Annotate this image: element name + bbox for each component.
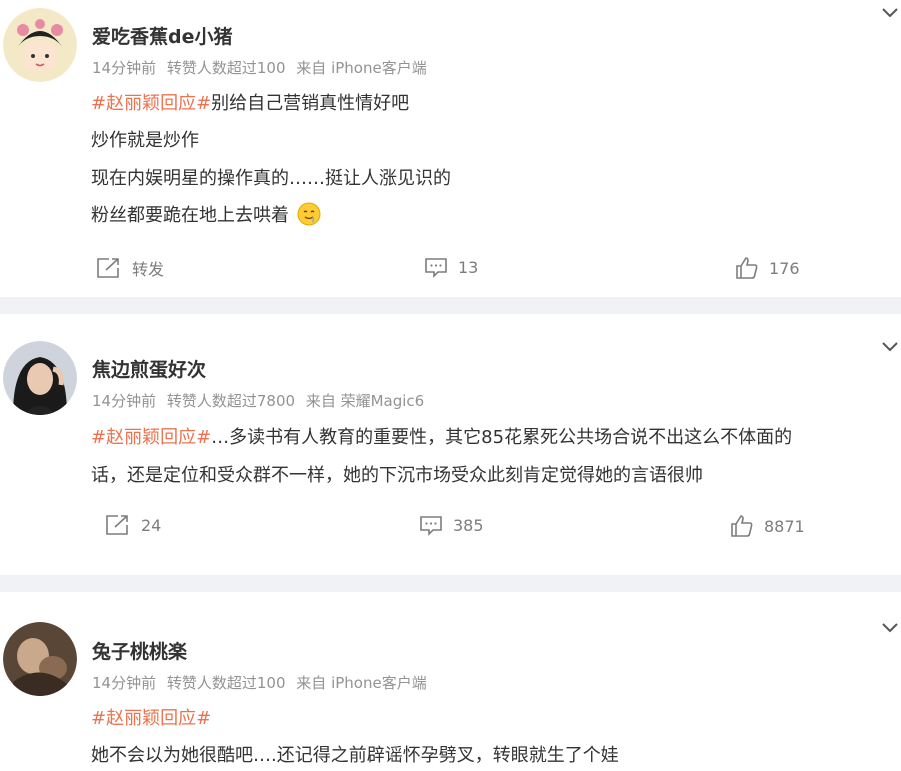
like-count: 176: [769, 258, 800, 278]
repost-label: 转发: [132, 260, 165, 279]
post-text-line: 现在内娱明星的操作真的……挺让人涨见识的: [91, 168, 451, 189]
post-time[interactable]: 14分钟前: [92, 59, 156, 77]
post-meta: 14分钟前 转赞人数超过100 来自 iPhone客户端: [92, 672, 433, 693]
hashtag-link[interactable]: #赵丽颖回应#: [91, 427, 211, 448]
comment-button[interactable]: 13: [424, 256, 478, 278]
comment-button[interactable]: 385: [419, 514, 484, 536]
post-card: 兔子桃桃楽 14分钟前 转赞人数超过100 来自 iPhone客户端 #赵丽颖回…: [0, 592, 901, 771]
post-source: 来自 荣耀Magic6: [305, 392, 425, 410]
comment-icon: [420, 516, 442, 536]
post-separator: [0, 575, 901, 592]
post-card: 焦边煎蛋好次 14分钟前 转赞人数超过7800 来自 荣耀Magic6 #赵丽颖…: [0, 314, 901, 575]
avatar[interactable]: [3, 8, 77, 82]
repost-count: 24: [141, 515, 162, 535]
share-icon: [106, 515, 128, 535]
like-button[interactable]: 8871: [730, 514, 805, 538]
post-text-line: #赵丽颖回应#…多读书有人教育的重要性，其它85花累死公共场合说不出这么不体面的: [91, 427, 793, 448]
hashtag-link[interactable]: #赵丽颖回应#: [91, 93, 211, 114]
share-icon: [97, 258, 119, 278]
user-name[interactable]: 兔子桃桃楽: [92, 637, 187, 664]
user-name[interactable]: 爱吃香蕉de小猪: [92, 22, 233, 49]
repost-button[interactable]: 24: [105, 514, 161, 536]
avatar[interactable]: [3, 341, 77, 415]
post-card: 爱吃香蕉de小猪 14分钟前 转赞人数超过100 来自 iPhone客户端 #赵…: [0, 0, 901, 297]
repost-count-note: 转赞人数超过100: [166, 674, 286, 692]
repost-button[interactable]: 转发: [96, 256, 164, 280]
post-meta: 14分钟前 转赞人数超过7800 来自 荣耀Magic6: [92, 390, 430, 411]
thumbs-up-icon: [736, 257, 758, 279]
repost-count-note: 转赞人数超过7800: [166, 392, 296, 410]
chevron-down-icon[interactable]: [881, 622, 899, 634]
hashtag-link[interactable]: #赵丽颖回应#: [91, 708, 211, 729]
comment-count: 13: [458, 257, 479, 277]
like-count: 8871: [764, 516, 805, 536]
post-text-line: 粉丝都要跪在地上去哄着: [91, 201, 321, 227]
post-text-line: #赵丽颖回应#: [91, 704, 211, 730]
avatar[interactable]: [3, 622, 77, 696]
chevron-down-icon[interactable]: [881, 7, 899, 19]
post-text-line: 话，还是定位和受众群不一样，她的下沉市场受众此刻肯定觉得她的言语很帅: [91, 465, 703, 486]
post-meta: 14分钟前 转赞人数超过100 来自 iPhone客户端: [92, 57, 433, 78]
post-time[interactable]: 14分钟前: [92, 392, 156, 410]
chevron-down-icon[interactable]: [881, 341, 899, 353]
repost-count-note: 转赞人数超过100: [166, 59, 286, 77]
post-time[interactable]: 14分钟前: [92, 674, 156, 692]
like-button[interactable]: 176: [735, 256, 800, 280]
drooling-emoji-icon: [297, 202, 321, 226]
post-text-line: #赵丽颖回应#别给自己营销真性情好吧: [91, 93, 410, 114]
post-text-line: 炒作就是炒作: [91, 130, 199, 151]
comment-icon: [425, 258, 447, 278]
post-text-line: 她不会以为她很酷吧….还记得之前辟谣怀孕劈叉，转眼就生了个娃: [91, 745, 619, 766]
post-source: 来自 iPhone客户端: [296, 674, 427, 692]
comment-count: 385: [453, 515, 484, 535]
post-separator: [0, 297, 901, 314]
user-name[interactable]: 焦边煎蛋好次: [92, 355, 206, 382]
thumbs-up-icon: [731, 515, 753, 537]
post-source: 来自 iPhone客户端: [296, 59, 427, 77]
